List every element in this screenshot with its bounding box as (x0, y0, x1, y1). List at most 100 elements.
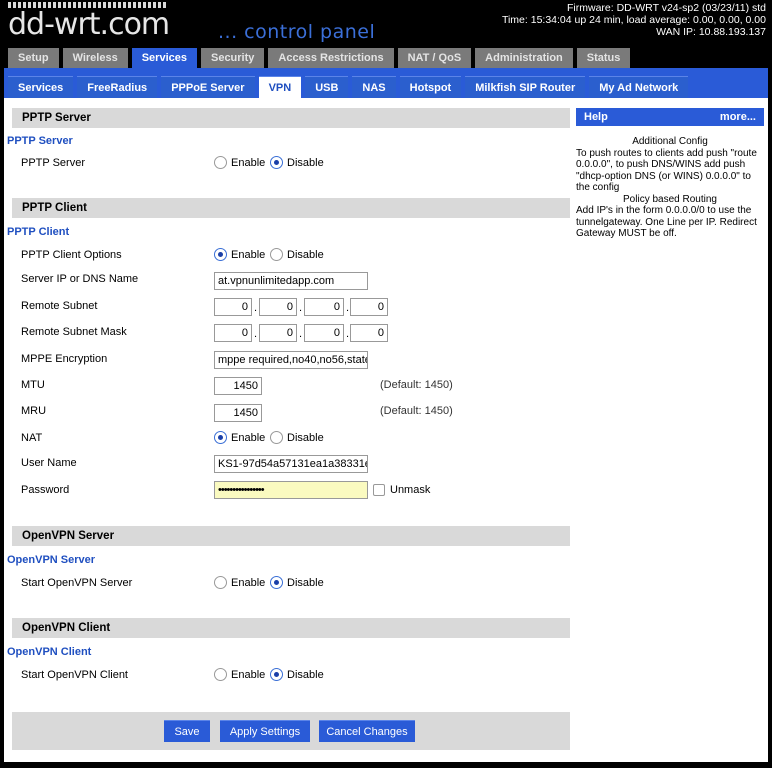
radio-openvpn-server-disable[interactable]: Disable (270, 576, 324, 589)
label-nat: NAT (21, 432, 43, 444)
mtu-input[interactable]: 1450 (214, 377, 262, 395)
label-user-name: User Name (21, 457, 77, 469)
label-mru: MRU (21, 405, 47, 417)
uptime: Time: 15:34:04 up 24 min, load average: … (501, 14, 766, 26)
remote-subnet-octet-1[interactable]: 0 (214, 298, 252, 316)
help-title: Help (584, 111, 608, 123)
legend-pptp-client: PPTP Client (7, 226, 70, 238)
subnet-mask-octet-4[interactable]: 0 (350, 324, 388, 342)
tagline: ... control panel (218, 21, 376, 43)
tab-status[interactable]: Status (576, 48, 631, 68)
save-button[interactable]: Save (164, 720, 210, 742)
help-text-policy-routing: Add IP's in the form 0.0.0.0/0 to use th… (576, 205, 757, 239)
logo: dd-wrt.com (8, 7, 170, 42)
subtab-freeradius[interactable]: FreeRadius (77, 76, 158, 98)
radio-icon (214, 431, 227, 444)
radio-openvpn-client-disable[interactable]: Disable (270, 668, 324, 681)
label-mppe-encryption: MPPE Encryption (21, 353, 108, 365)
subtab-services[interactable]: Services (8, 76, 74, 98)
content-panel: PPTP Server PPTP Server PPTP Server Enab… (4, 98, 768, 762)
octet-separator: . (346, 302, 350, 314)
radio-pptp-client-disable[interactable]: Disable (270, 248, 324, 261)
label-start-openvpn-server: Start OpenVPN Server (21, 577, 133, 589)
label-pptp-server: PPTP Server (21, 157, 85, 169)
radio-icon (270, 156, 283, 169)
radio-icon (214, 156, 227, 169)
legend-openvpn-server: OpenVPN Server (7, 554, 96, 566)
password-input[interactable]: •••••••••••••••• (214, 481, 368, 499)
radio-icon (270, 248, 283, 261)
radio-nat-disable[interactable]: Disable (270, 431, 324, 444)
radio-nat-enable[interactable]: Enable (214, 431, 265, 444)
tab-administration[interactable]: Administration (475, 48, 573, 68)
label-remote-subnet: Remote Subnet (21, 300, 98, 312)
subtab-usb[interactable]: USB (305, 76, 349, 98)
mppe-encryption-input[interactable]: mppe required,no40,no56,stateless (214, 351, 368, 369)
main-nav: Setup Wireless Services Security Access … (8, 48, 631, 68)
sub-nav: Services FreeRadius PPPoE Server VPN USB… (8, 76, 689, 98)
label-mtu: MTU (21, 379, 45, 391)
remote-subnet-octet-2[interactable]: 0 (259, 298, 297, 316)
label-remote-subnet-mask: Remote Subnet Mask (21, 326, 127, 338)
mru-input[interactable]: 1450 (214, 404, 262, 422)
section-openvpn-client: OpenVPN Client (12, 618, 570, 638)
section-pptp-client: PPTP Client (12, 198, 570, 218)
remote-subnet-octet-4[interactable]: 0 (350, 298, 388, 316)
radio-icon (270, 431, 283, 444)
octet-separator: . (299, 302, 303, 314)
subnet-mask-octet-3[interactable]: 0 (304, 324, 344, 342)
subnet-mask-octet-2[interactable]: 0 (259, 324, 297, 342)
octet-separator: . (254, 302, 258, 314)
radio-pptp-client-enable[interactable]: Enable (214, 248, 265, 261)
legend-pptp-server: PPTP Server (7, 135, 73, 147)
help-more-link[interactable]: more... (720, 108, 756, 126)
mtu-default: (Default: 1450) (380, 379, 453, 391)
cancel-changes-button[interactable]: Cancel Changes (319, 720, 415, 742)
tab-services[interactable]: Services (131, 48, 197, 68)
radio-icon (214, 668, 227, 681)
radio-openvpn-client-enable[interactable]: Enable (214, 668, 265, 681)
wan-ip: WAN IP: 10.88.193.137 (656, 26, 766, 38)
label-start-openvpn-client: Start OpenVPN Client (21, 669, 128, 681)
help-heading-policy-routing: Policy based Routing (623, 193, 717, 205)
help-header: Help more... (576, 108, 764, 126)
octet-separator: . (254, 328, 258, 340)
section-pptp-server: PPTP Server (12, 108, 570, 128)
section-openvpn-server: OpenVPN Server (12, 526, 570, 546)
checkbox-icon (373, 484, 385, 496)
radio-pptp-server-enable[interactable]: Enable (214, 156, 265, 169)
tab-setup[interactable]: Setup (8, 48, 59, 68)
user-name-input[interactable]: KS1-97d54a57131ea1a38331ee (214, 455, 368, 473)
subtab-vpn[interactable]: VPN (258, 76, 302, 98)
header: dd-wrt.com ... control panel Firmware: D… (0, 0, 772, 44)
subtab-nas[interactable]: NAS (352, 76, 396, 98)
radio-icon (214, 576, 227, 589)
radio-icon (270, 576, 283, 589)
radio-pptp-server-disable[interactable]: Disable (270, 156, 324, 169)
apply-settings-button[interactable]: Apply Settings (220, 720, 310, 742)
subtab-pppoe-server[interactable]: PPPoE Server (161, 76, 255, 98)
firmware-version: Firmware: DD-WRT v24-sp2 (03/23/11) std (567, 2, 766, 14)
tab-wireless[interactable]: Wireless (62, 48, 128, 68)
tab-access-restrictions[interactable]: Access Restrictions (268, 48, 394, 68)
radio-openvpn-server-enable[interactable]: Enable (214, 576, 265, 589)
label-server-ip: Server IP or DNS Name (21, 273, 139, 285)
subtab-ad-network[interactable]: My Ad Network (589, 76, 689, 98)
label-password: Password (21, 484, 70, 496)
server-ip-input[interactable]: at.vpnunlimitedapp.com (214, 272, 368, 290)
tab-nat-qos[interactable]: NAT / QoS (397, 48, 472, 68)
remote-subnet-octet-3[interactable]: 0 (304, 298, 344, 316)
help-heading-additional-config: Additional Config (632, 136, 708, 147)
legend-openvpn-client: OpenVPN Client (7, 646, 92, 658)
radio-icon (214, 248, 227, 261)
octet-separator: . (299, 328, 303, 340)
subtab-milkfish[interactable]: Milkfish SIP Router (465, 76, 586, 98)
tab-security[interactable]: Security (200, 48, 265, 68)
subtab-hotspot[interactable]: Hotspot (399, 76, 462, 98)
subnet-mask-octet-1[interactable]: 0 (214, 324, 252, 342)
router-status: Firmware: DD-WRT v24-sp2 (03/23/11) std … (502, 2, 766, 38)
unmask-checkbox[interactable]: Unmask (373, 484, 430, 496)
radio-icon (270, 668, 283, 681)
label-pptp-client-options: PPTP Client Options (21, 249, 122, 261)
help-text-additional-config: To push routes to clients add push "rout… (576, 147, 757, 194)
